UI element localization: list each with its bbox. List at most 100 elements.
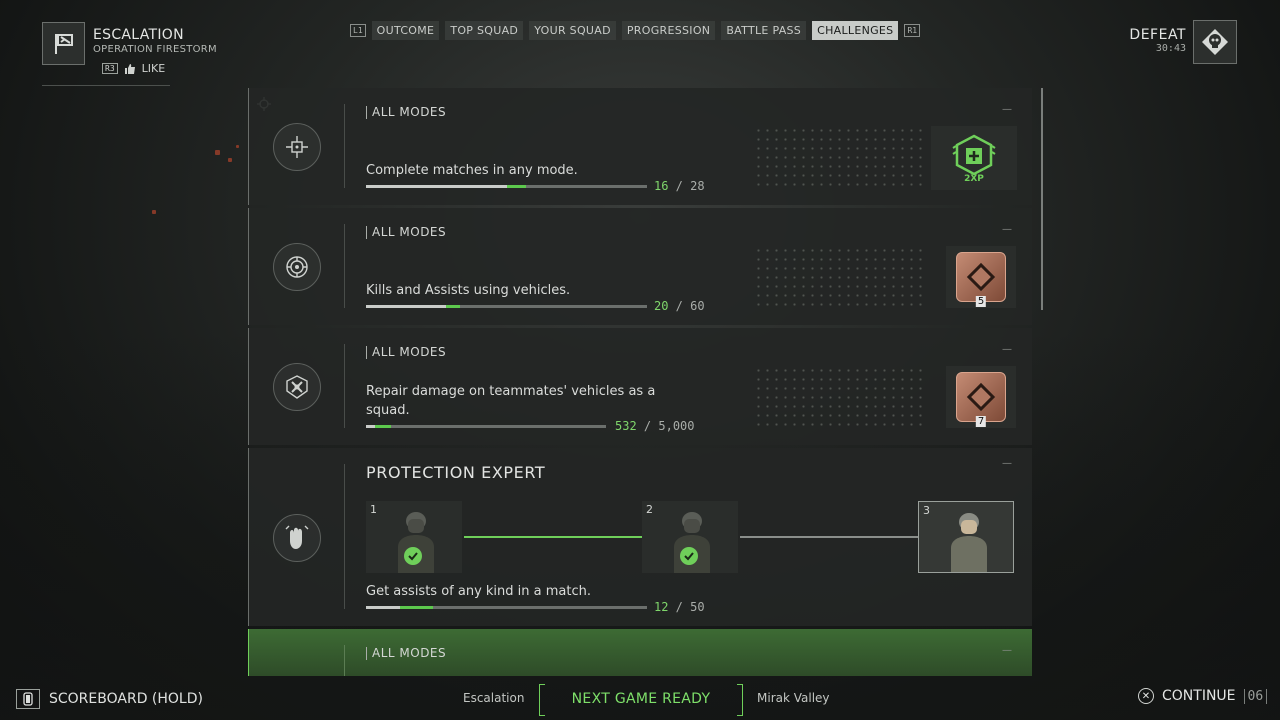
- challenge-card[interactable]: ALL MODES — Kills and Assists using vehi…: [248, 208, 1032, 325]
- tier-card-1: 1: [366, 501, 462, 573]
- checkmark-icon: [680, 547, 698, 565]
- progress-gain: [399, 606, 434, 609]
- vehicle-emblem-icon: [273, 243, 321, 291]
- challenge-description: Kills and Assists using vehicles.: [366, 283, 571, 298]
- card-separator: [344, 645, 345, 676]
- challenge-list: ALL MODES — Complete matches in any mode…: [248, 88, 1032, 676]
- progress-fill: [366, 606, 400, 609]
- touchpad-key-icon: [16, 689, 40, 709]
- count-total: 28: [690, 179, 705, 193]
- continue-label: CONTINUE: [1162, 688, 1236, 704]
- skull-icon: [1193, 20, 1237, 64]
- count-total: 50: [690, 600, 705, 614]
- progress-fill: [366, 425, 375, 428]
- l1-key-icon: L1: [350, 24, 366, 37]
- scrollbar[interactable]: [1041, 88, 1043, 310]
- ember: [215, 150, 220, 155]
- tier-connector-pending: [740, 536, 918, 538]
- ember: [152, 210, 156, 214]
- r3-key-icon: R3: [102, 63, 118, 74]
- continue-button[interactable]: ✕ CONTINUE 06: [1138, 688, 1268, 704]
- tab-progression[interactable]: PROGRESSION: [621, 21, 716, 40]
- challenge-progress-bar: [366, 305, 647, 308]
- progress-fill: [366, 185, 507, 188]
- tier-number: 3: [923, 504, 930, 517]
- next-game-status: Escalation NEXT GAME READY Mirak Valley: [463, 684, 833, 716]
- mode-title: ESCALATION: [93, 27, 184, 43]
- soldier-portrait-icon: [951, 513, 987, 572]
- challenge-progress-bar: [366, 425, 606, 428]
- card-dash: —: [1002, 224, 1012, 235]
- ember: [236, 145, 239, 148]
- ember: [228, 158, 232, 162]
- challenge-card-protection-expert[interactable]: PROTECTION EXPERT — 1 2 3 Get assists of…: [248, 448, 1032, 626]
- wrench-emblem-icon: [273, 363, 321, 411]
- tab-outcome[interactable]: OUTCOME: [371, 21, 440, 40]
- challenge-card[interactable]: ALL MODES — Repair damage on teammates' …: [248, 328, 1032, 445]
- like-label: LIKE: [141, 62, 166, 75]
- tab-challenges[interactable]: CHALLENGES: [812, 21, 899, 40]
- dot-pattern: [754, 246, 924, 306]
- reward-xp-boost: 2XP: [931, 126, 1017, 190]
- bronze-diamond-badge-icon: 5: [956, 252, 1006, 307]
- match-time: 30:43: [1155, 43, 1186, 54]
- count-current: 20: [654, 299, 669, 313]
- result-label: DEFEAT: [1129, 27, 1186, 43]
- count-total: 60: [690, 299, 705, 313]
- challenge-modes: ALL MODES: [366, 647, 446, 660]
- tab-top-squad[interactable]: TOP SQUAD: [445, 21, 524, 40]
- progress-fill: [366, 305, 446, 308]
- challenge-progress-bar: [366, 185, 647, 188]
- scoreboard-label: SCOREBOARD (HOLD): [49, 691, 203, 707]
- tier-card-3: 3: [918, 501, 1014, 573]
- progress-gain: [374, 425, 392, 428]
- card-dash: —: [1002, 344, 1012, 355]
- next-game-ready-label: NEXT GAME READY: [539, 684, 743, 716]
- count-total: 5,000: [658, 419, 695, 433]
- tier-number: 1: [370, 503, 377, 516]
- reward-label: 2XP: [964, 174, 984, 184]
- bronze-diamond-badge-icon: 7: [956, 372, 1006, 427]
- dot-pattern: [754, 126, 924, 186]
- like-button[interactable]: R3 LIKE: [102, 62, 165, 75]
- challenge-count: 16 / 28: [654, 179, 705, 193]
- tier-card-2: 2: [642, 501, 738, 573]
- count-current: 532: [615, 419, 637, 433]
- card-separator: [344, 344, 345, 428]
- challenge-count: 532 / 5,000: [615, 419, 695, 433]
- next-map-label: Mirak Valley: [757, 691, 830, 705]
- thumbs-up-icon: [124, 63, 135, 74]
- mode-subtitle: OPERATION FIRESTORM: [93, 44, 217, 55]
- challenge-progress-bar: [366, 606, 647, 609]
- reward-badge: 5: [946, 246, 1016, 308]
- card-separator: [344, 464, 345, 609]
- divider: [42, 85, 170, 86]
- count-current: 16: [654, 179, 669, 193]
- badge-level: 7: [975, 416, 987, 427]
- challenge-count: 20 / 60: [654, 299, 705, 313]
- dot-pattern: [754, 366, 924, 426]
- card-dash: —: [1002, 104, 1012, 115]
- challenge-description: Complete matches in any mode.: [366, 163, 578, 178]
- challenge-card[interactable]: ALL MODES — Complete matches in any mode…: [248, 88, 1032, 205]
- tab-your-squad[interactable]: YOUR SQUAD: [529, 21, 616, 40]
- protection-emblem-icon: [273, 514, 321, 562]
- challenge-count: 12 / 50: [654, 600, 705, 614]
- checkmark-icon: [404, 547, 422, 565]
- progress-gain: [445, 305, 460, 308]
- progress-gain: [506, 185, 527, 188]
- continue-countdown: 06: [1243, 688, 1268, 704]
- tab-bar: L1 OUTCOME TOP SQUAD YOUR SQUAD PROGRESS…: [350, 21, 921, 40]
- challenge-modes: ALL MODES: [366, 226, 446, 239]
- current-mode-label: Escalation: [463, 691, 525, 705]
- r1-key-icon: R1: [904, 24, 921, 37]
- card-separator: [344, 104, 345, 188]
- tab-battle-pass[interactable]: BATTLE PASS: [721, 21, 807, 40]
- scoreboard-button[interactable]: SCOREBOARD (HOLD): [16, 689, 203, 709]
- challenge-card-selected[interactable]: ALL MODES —: [248, 629, 1032, 676]
- challenge-title: PROTECTION EXPERT: [366, 463, 546, 482]
- card-dash: —: [1002, 645, 1012, 656]
- tier-number: 2: [646, 503, 653, 516]
- count-current: 12: [654, 600, 669, 614]
- mode-flag-icon: [42, 22, 85, 65]
